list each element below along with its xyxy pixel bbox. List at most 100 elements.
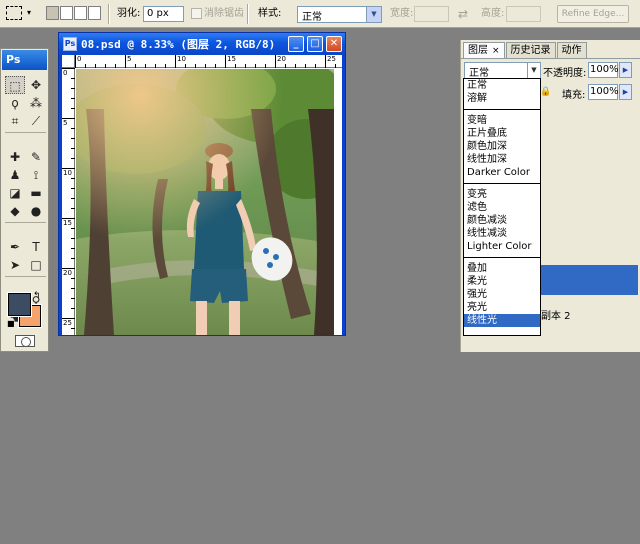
magic-wand-tool-icon[interactable]: ⁂	[26, 94, 46, 112]
tool-preset-icon[interactable]	[6, 6, 22, 20]
style-value: 正常	[302, 12, 322, 23]
blend-option-highlighted[interactable]: 线性光	[464, 314, 540, 327]
fill-label: 填充:	[562, 90, 586, 101]
blend-option[interactable]: 正常	[464, 79, 540, 92]
ruler-label: 20	[63, 269, 72, 277]
eraser-tool-icon[interactable]: ◪	[5, 184, 25, 202]
chevron-down-icon[interactable]: ▼	[527, 63, 540, 78]
dropdown-separator	[464, 105, 540, 114]
clone-stamp-tool-icon[interactable]: ♟	[5, 166, 25, 184]
antialias-checkbox[interactable]	[191, 8, 202, 19]
blend-mode-select[interactable]: 正常 ▼	[464, 62, 541, 79]
opacity-input[interactable]: 100%	[588, 62, 619, 78]
vertical-ruler[interactable]: 0 5 10 15 20 25	[62, 68, 75, 335]
horizontal-ruler[interactable]: 0 5 10 15 20 25	[75, 55, 342, 68]
fill-arrow-icon[interactable]: ▶	[619, 84, 632, 100]
blend-option[interactable]: 线性加深	[464, 153, 540, 166]
image-canvas[interactable]	[76, 69, 334, 335]
new-selection-icon[interactable]	[46, 6, 59, 20]
ruler-label: 10	[177, 55, 186, 63]
add-selection-icon[interactable]	[60, 6, 73, 20]
ruler-label: 0	[63, 69, 68, 77]
dropdown-separator	[464, 253, 540, 262]
blend-option[interactable]: 颜色减淡	[464, 214, 540, 227]
selection-mode-buttons	[46, 6, 102, 22]
blend-option[interactable]: 正片叠底	[464, 127, 540, 140]
feather-label: 羽化:	[117, 8, 141, 19]
shape-tool-icon[interactable]: □	[26, 256, 46, 274]
blend-option[interactable]: 柔光	[464, 275, 540, 288]
blend-option[interactable]: 溶解	[464, 92, 540, 105]
blend-option[interactable]: 亮光	[464, 301, 540, 314]
quick-mask-icon[interactable]	[15, 335, 35, 347]
blend-option[interactable]: 线性减淡	[464, 227, 540, 240]
healing-brush-tool-icon[interactable]: ✚	[5, 148, 25, 166]
intersect-selection-icon[interactable]	[88, 6, 101, 20]
ruler-label: 15	[63, 219, 72, 227]
ruler-ticks	[75, 55, 336, 68]
ruler-origin[interactable]	[62, 55, 75, 68]
foreground-color-swatch[interactable]	[7, 292, 32, 317]
tab-history[interactable]: 历史记录	[505, 42, 556, 59]
antialias-label: 消除锯齿	[204, 8, 244, 19]
dodge-tool-icon[interactable]: ●	[26, 202, 46, 220]
layer-name[interactable]: 副本 2	[541, 307, 571, 322]
subtract-selection-icon[interactable]	[74, 6, 87, 20]
path-selection-tool-icon[interactable]: ➤	[5, 256, 25, 274]
dropdown-separator	[464, 179, 540, 188]
fill-input[interactable]: 100%	[588, 84, 619, 100]
ruler-label: 10	[63, 169, 72, 177]
width-label: 宽度:	[390, 8, 414, 19]
panel-tabs: 图层 × 历史记录 动作	[463, 42, 588, 59]
refine-edge-button[interactable]: Refine Edge...	[557, 5, 629, 23]
maximize-button[interactable]: □	[307, 36, 323, 52]
default-colors-icon[interactable]: ■	[7, 319, 15, 328]
blend-option[interactable]: Darker Color	[464, 166, 540, 179]
width-input[interactable]	[414, 6, 449, 22]
blend-option[interactable]: Lighter Color	[464, 240, 540, 253]
blend-option[interactable]: 叠加	[464, 262, 540, 275]
blend-option[interactable]: 变亮	[464, 188, 540, 201]
close-icon[interactable]: ×	[492, 46, 500, 56]
document-title-bar[interactable]: Ps 08.psd @ 8.33% (图层 2, RGB/8) _ □ ✕	[59, 33, 345, 55]
blur-tool-icon[interactable]: ◆	[5, 202, 25, 220]
crop-tool-icon[interactable]: ⌗	[5, 112, 25, 130]
brush-tool-icon[interactable]: ✎	[26, 148, 46, 166]
history-brush-tool-icon[interactable]: ⟟	[26, 166, 46, 184]
ruler-label: 5	[63, 119, 68, 127]
height-label: 高度:	[481, 8, 505, 19]
style-select[interactable]: 正常 ▼	[297, 6, 382, 23]
pen-tool-icon[interactable]: ✒	[5, 238, 25, 256]
swap-colors-icon[interactable]: ↰	[33, 291, 41, 301]
ruler-label: 15	[227, 55, 236, 63]
blend-option[interactable]: 强光	[464, 288, 540, 301]
blend-option[interactable]: 变暗	[464, 114, 540, 127]
tool-preset-arrow-icon[interactable]: ▾	[27, 8, 31, 17]
tab-layers[interactable]: 图层 ×	[463, 42, 505, 59]
lock-icon[interactable]: 🔒	[540, 87, 551, 97]
blend-option[interactable]: 颜色加深	[464, 140, 540, 153]
height-input[interactable]	[506, 6, 541, 22]
chevron-down-icon[interactable]: ▼	[366, 7, 381, 22]
options-bar: ▾ 羽化: 0 px 消除锯齿 样式: 正常 ▼ 宽度: ⇄ 高度: Refin…	[0, 0, 640, 28]
opacity-label: 不透明度:	[543, 68, 587, 79]
ruler-label: 20	[277, 55, 286, 63]
swap-icon[interactable]: ⇄	[458, 0, 468, 28]
opacity-arrow-icon[interactable]: ▶	[619, 62, 632, 78]
type-tool-icon[interactable]: T	[26, 238, 46, 256]
blend-mode-value: 正常	[469, 68, 489, 79]
blend-option[interactable]: 滤色	[464, 201, 540, 214]
separator	[247, 4, 249, 24]
ruler-label: 5	[127, 55, 132, 63]
layer-row-selected[interactable]	[541, 265, 638, 295]
gradient-tool-icon[interactable]: ▬	[26, 184, 46, 202]
minimize-button[interactable]: _	[288, 36, 304, 52]
marquee-tool-icon[interactable]: ⬚	[5, 76, 25, 94]
move-tool-icon[interactable]: ✥	[26, 76, 46, 94]
tab-actions[interactable]: 动作	[556, 42, 587, 59]
slice-tool-icon[interactable]: ⟋	[26, 112, 46, 130]
lasso-tool-icon[interactable]: ϙ	[5, 94, 25, 112]
toolbox: Ps ⬚ ✥ ϙ ⁂ ⌗ ⟋ ✚ ✎ ♟ ⟟ ◪ ▬ ◆ ● ✒ T ➤ □ ▤…	[0, 48, 49, 352]
close-button[interactable]: ✕	[326, 36, 342, 52]
feather-input[interactable]: 0 px	[143, 6, 184, 22]
